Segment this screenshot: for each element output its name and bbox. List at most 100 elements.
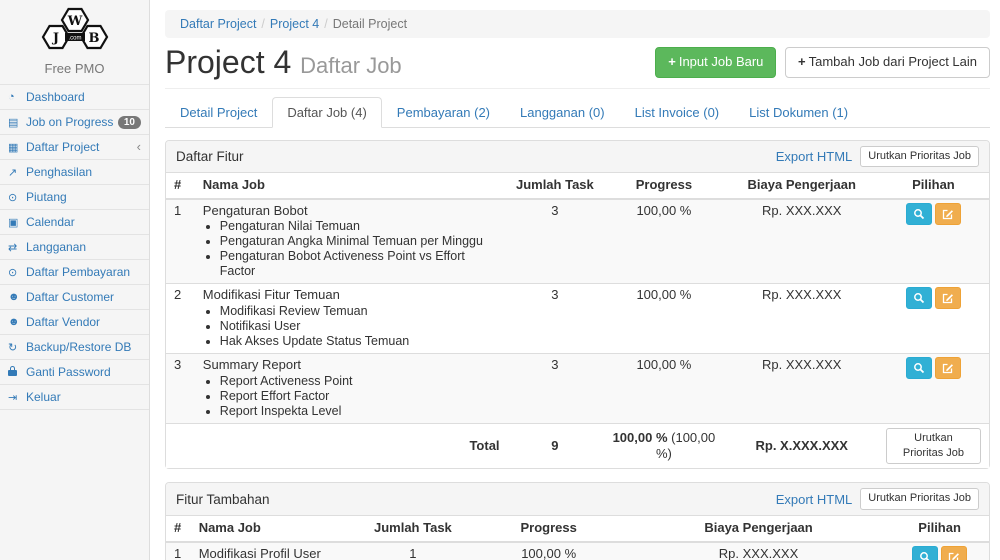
tab-pembayaran[interactable]: Pembayaran (2) [382,97,505,128]
sidebar-item-label: Job on Progress [26,115,118,129]
task-count: 3 [508,199,603,284]
logo-letter-b: B [88,31,99,46]
export-html-link[interactable]: Export HTML [776,149,853,164]
sidebar-item-penghasilan[interactable]: ↗ Penghasilan [0,160,149,185]
tab-detail-project[interactable]: Detail Project [165,97,272,128]
total-progress-value: 100,00 % [613,430,668,445]
view-job-button[interactable] [906,357,932,379]
tab-daftar-job[interactable]: Daftar Job (4) [272,97,381,128]
job-subtasks: Report Activeness Point Report Effort Fa… [220,374,500,419]
urutkan-prioritas-job-button[interactable]: Urutkan Prioritas Job [860,488,979,509]
cost-value: Rp. XXX.XXX [726,354,878,424]
tambah-job-dari-project-lain-button[interactable]: +Tambah Job dari Project Lain [785,47,990,78]
input-job-baru-button[interactable]: +Input Job Baru [655,47,776,78]
edit-job-button[interactable] [935,357,961,379]
task-count: 3 [508,354,603,424]
sidebar-item-dashboard[interactable]: ◔ Dashboard [0,85,149,110]
tab-list-invoice[interactable]: List Invoice (0) [620,97,735,128]
edit-job-button[interactable] [935,287,961,309]
page-header: Project 4 Daftar Job +Input Job Baru +Ta… [165,46,990,89]
money-icon: ⊙ [8,266,26,279]
col-pilihan: Pilihan [878,173,989,199]
breadcrumb-daftar-project[interactable]: Daftar Project [180,17,256,31]
job-subtasks: Pengaturan Nilai Temuan Pengaturan Angka… [220,219,500,279]
sidebar-item-ganti-password[interactable]: Ganti Password [0,360,149,385]
row-actions [890,542,989,560]
col-jumlah-task: Jumlah Task [508,173,603,199]
users-icon: ☻ [8,316,26,328]
users-icon: ☻ [8,291,26,303]
logo-com-label: .com [68,36,81,42]
sidebar-item-job-on-progress[interactable]: ▤ Job on Progress 10 [0,110,149,135]
urutkan-prioritas-job-button[interactable]: Urutkan Prioritas Job [886,428,981,465]
sidebar-item-piutang[interactable]: ⊙ Piutang [0,185,149,210]
table-icon: ▦ [8,141,26,154]
breadcrumb-separator: / [319,17,332,31]
page-title: Project 4 Daftar Job [165,46,402,80]
export-html-link[interactable]: Export HTML [776,492,853,507]
view-job-button[interactable] [906,287,932,309]
col-nama-job: Nama Job [191,516,356,542]
row-number: 2 [166,284,195,354]
sidebar-item-label: Langganan [26,240,141,254]
job-subtask: Pengaturan Nilai Temuan [220,219,500,234]
panel-daftar-fitur: Daftar Fitur Export HTML Urutkan Priorit… [165,140,990,470]
main-content: Daftar Project/Project 4/Detail Project … [150,0,1000,560]
search-icon [919,551,931,560]
col-nama-job: Nama Job [195,173,508,199]
urutkan-prioritas-job-button[interactable]: Urutkan Prioritas Job [860,146,979,167]
dashboard-icon: ◔ [8,91,26,103]
col-pilihan: Pilihan [890,516,989,542]
table-row: 3 Summary Report Report Activeness Point… [166,354,989,424]
chevron-left-icon: ‹ [137,142,141,152]
sidebar-item-langganan[interactable]: ⇄ Langganan [0,235,149,260]
edit-job-button[interactable] [941,546,967,560]
job-subtasks: Modifikasi Review Temuan Notifikasi User… [220,304,500,349]
panel-fitur-tambahan: Fitur Tambahan Export HTML Urutkan Prior… [165,482,990,560]
sidebar-item-daftar-customer[interactable]: ☻ Daftar Customer [0,285,149,310]
sidebar-item-label: Daftar Customer [26,290,141,304]
sidebar-item-label: Daftar Vendor [26,315,141,329]
job-subtask: Modifikasi Review Temuan [220,304,500,319]
job-name: Modifikasi Profil User [199,546,348,560]
cost-value: Rp. XXX.XXX [726,199,878,284]
sidebar-item-label: Keluar [26,390,141,404]
row-actions [878,284,989,354]
tab-list-dokumen[interactable]: List Dokumen (1) [734,97,863,128]
table-header-row: # Nama Job Jumlah Task Progress Biaya Pe… [166,516,989,542]
daftar-fitur-table: # Nama Job Jumlah Task Progress Biaya Pe… [166,173,989,468]
total-tasks: 9 [508,423,603,468]
calendar-icon: ▣ [8,216,26,229]
breadcrumb: Daftar Project/Project 4/Detail Project [165,10,990,38]
col-biaya-pengerjaan: Biaya Pengerjaan [726,173,878,199]
sidebar-item-calendar[interactable]: ▣ Calendar [0,210,149,235]
table-total-row: Total 9 100,00 % (100,00 %) Rp. X.XXX.XX… [166,423,989,468]
col-jumlah-task: Jumlah Task [355,516,470,542]
tab-langganan[interactable]: Langganan (0) [505,97,620,128]
pencil-square-icon [948,551,960,560]
col-number: # [166,173,195,199]
job-subtask: Hak Akses Update Status Temuan [220,334,500,349]
page-subtitle: Daftar Job [300,53,402,78]
view-job-button[interactable] [912,546,938,560]
view-job-button[interactable] [906,203,932,225]
cost-value: Rp. XXX.XXX [726,284,878,354]
row-number: 1 [166,199,195,284]
total-actions: Urutkan Prioritas Job [878,423,989,468]
chart-icon: ↗ [8,166,26,179]
task-count: 1 [355,542,470,560]
job-subtask: Notifikasi User [220,319,500,334]
breadcrumb-project-4[interactable]: Project 4 [270,17,319,31]
panel-heading: Fitur Tambahan Export HTML Urutkan Prior… [166,483,989,515]
sidebar-item-daftar-project[interactable]: ▦ Daftar Project ‹ [0,135,149,160]
edit-job-button[interactable] [935,203,961,225]
job-name-cell: Modifikasi Profil User Tab F/U Temuan [191,542,356,560]
sidebar-item-daftar-pembayaran[interactable]: ⊙ Daftar Pembayaran [0,260,149,285]
col-progress: Progress [602,173,725,199]
total-cost: Rp. X.XXX.XXX [726,423,878,468]
empty-cell [166,423,195,468]
sidebar-item-daftar-vendor[interactable]: ☻ Daftar Vendor [0,310,149,335]
sidebar-item-keluar[interactable]: ⇥ Keluar [0,385,149,410]
sidebar-item-backup-restore-db[interactable]: ↻ Backup/Restore DB [0,335,149,360]
panel-title: Fitur Tambahan [176,492,776,507]
